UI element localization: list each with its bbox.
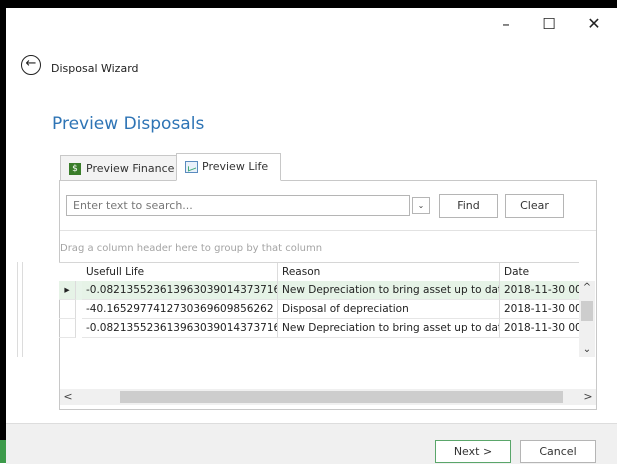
cell-usefull-life[interactable]: -0.0821355236139630390143737166 (82, 319, 278, 338)
cell-reason[interactable]: New Depreciation to bring asset up to da… (278, 319, 500, 338)
minimize-button[interactable]: – (494, 14, 518, 34)
table-row[interactable]: ▸ -0.0821355236139630390143737166 New De… (59, 281, 579, 300)
clear-button[interactable]: Clear (505, 194, 564, 218)
find-button[interactable]: Find (439, 194, 498, 218)
cancel-button[interactable]: Cancel (520, 440, 596, 463)
grid-header: Usefull Life Reason Date (59, 262, 579, 283)
maximize-button[interactable]: ☐ (537, 14, 561, 34)
row-indicator-divider (17, 262, 18, 357)
vertical-scrollbar[interactable]: ^ ⌄ (579, 281, 595, 357)
chart-icon (185, 161, 198, 173)
cell-usefull-life[interactable]: -0.0821355236139630390143737166 (82, 281, 278, 300)
dollar-icon: $ (69, 163, 81, 175)
screen-frame-top (0, 0, 617, 8)
scroll-left-icon[interactable]: < (60, 389, 76, 405)
scroll-down-icon[interactable]: ⌄ (579, 343, 595, 357)
column-header-usefull-life[interactable]: Usefull Life (82, 263, 278, 282)
horizontal-scrollbar[interactable]: < > (60, 389, 596, 405)
search-dropdown-chevron-icon[interactable]: ⌄ (412, 197, 430, 214)
close-button[interactable]: ✕ (582, 14, 606, 34)
cell-date[interactable]: 2018-11-30 00:00 (500, 281, 579, 300)
table-row[interactable]: -40.1652977412730369609856262 83 Disposa… (59, 300, 579, 319)
row-indicator-divider (22, 262, 23, 357)
search-input[interactable] (66, 195, 410, 216)
back-arrow-icon[interactable]: ← (21, 55, 41, 75)
table-row[interactable]: -0.0821355236139630390143737166 New Depr… (59, 319, 579, 338)
cell-date[interactable]: 2018-11-30 00:00 (500, 319, 579, 338)
tab-label: Preview Life (202, 160, 269, 173)
divider (60, 230, 596, 231)
column-header-date[interactable]: Date (500, 263, 579, 282)
scroll-up-icon[interactable]: ^ (579, 281, 595, 295)
cell-reason[interactable]: Disposal of depreciation (278, 300, 500, 319)
column-header-reason[interactable]: Reason (278, 263, 500, 282)
page-title: Preview Disposals (52, 114, 205, 134)
vertical-scroll-thumb[interactable] (581, 301, 593, 321)
cell-reason[interactable]: New Depreciation to bring asset up to da… (278, 281, 500, 300)
cell-date[interactable]: 2018-11-30 00:00 (500, 300, 579, 319)
horizontal-scroll-thumb[interactable] (120, 391, 563, 403)
wizard-title: Disposal Wizard (51, 62, 139, 75)
row-indicator-icon: ▸ (59, 281, 76, 300)
tab-label: Preview Finance (86, 162, 175, 175)
group-by-hint: Drag a column header here to group by th… (60, 243, 323, 254)
scroll-right-icon[interactable]: > (580, 389, 596, 405)
row-indicator-icon (59, 319, 76, 338)
tab-preview-life[interactable]: Preview Life (176, 153, 281, 181)
cell-usefull-life[interactable]: -40.1652977412730369609856262 83 (82, 300, 278, 319)
row-indicator-icon (59, 300, 76, 319)
next-button[interactable]: Next > (435, 440, 511, 463)
tab-preview-finance[interactable]: $ Preview Finance (60, 155, 177, 181)
